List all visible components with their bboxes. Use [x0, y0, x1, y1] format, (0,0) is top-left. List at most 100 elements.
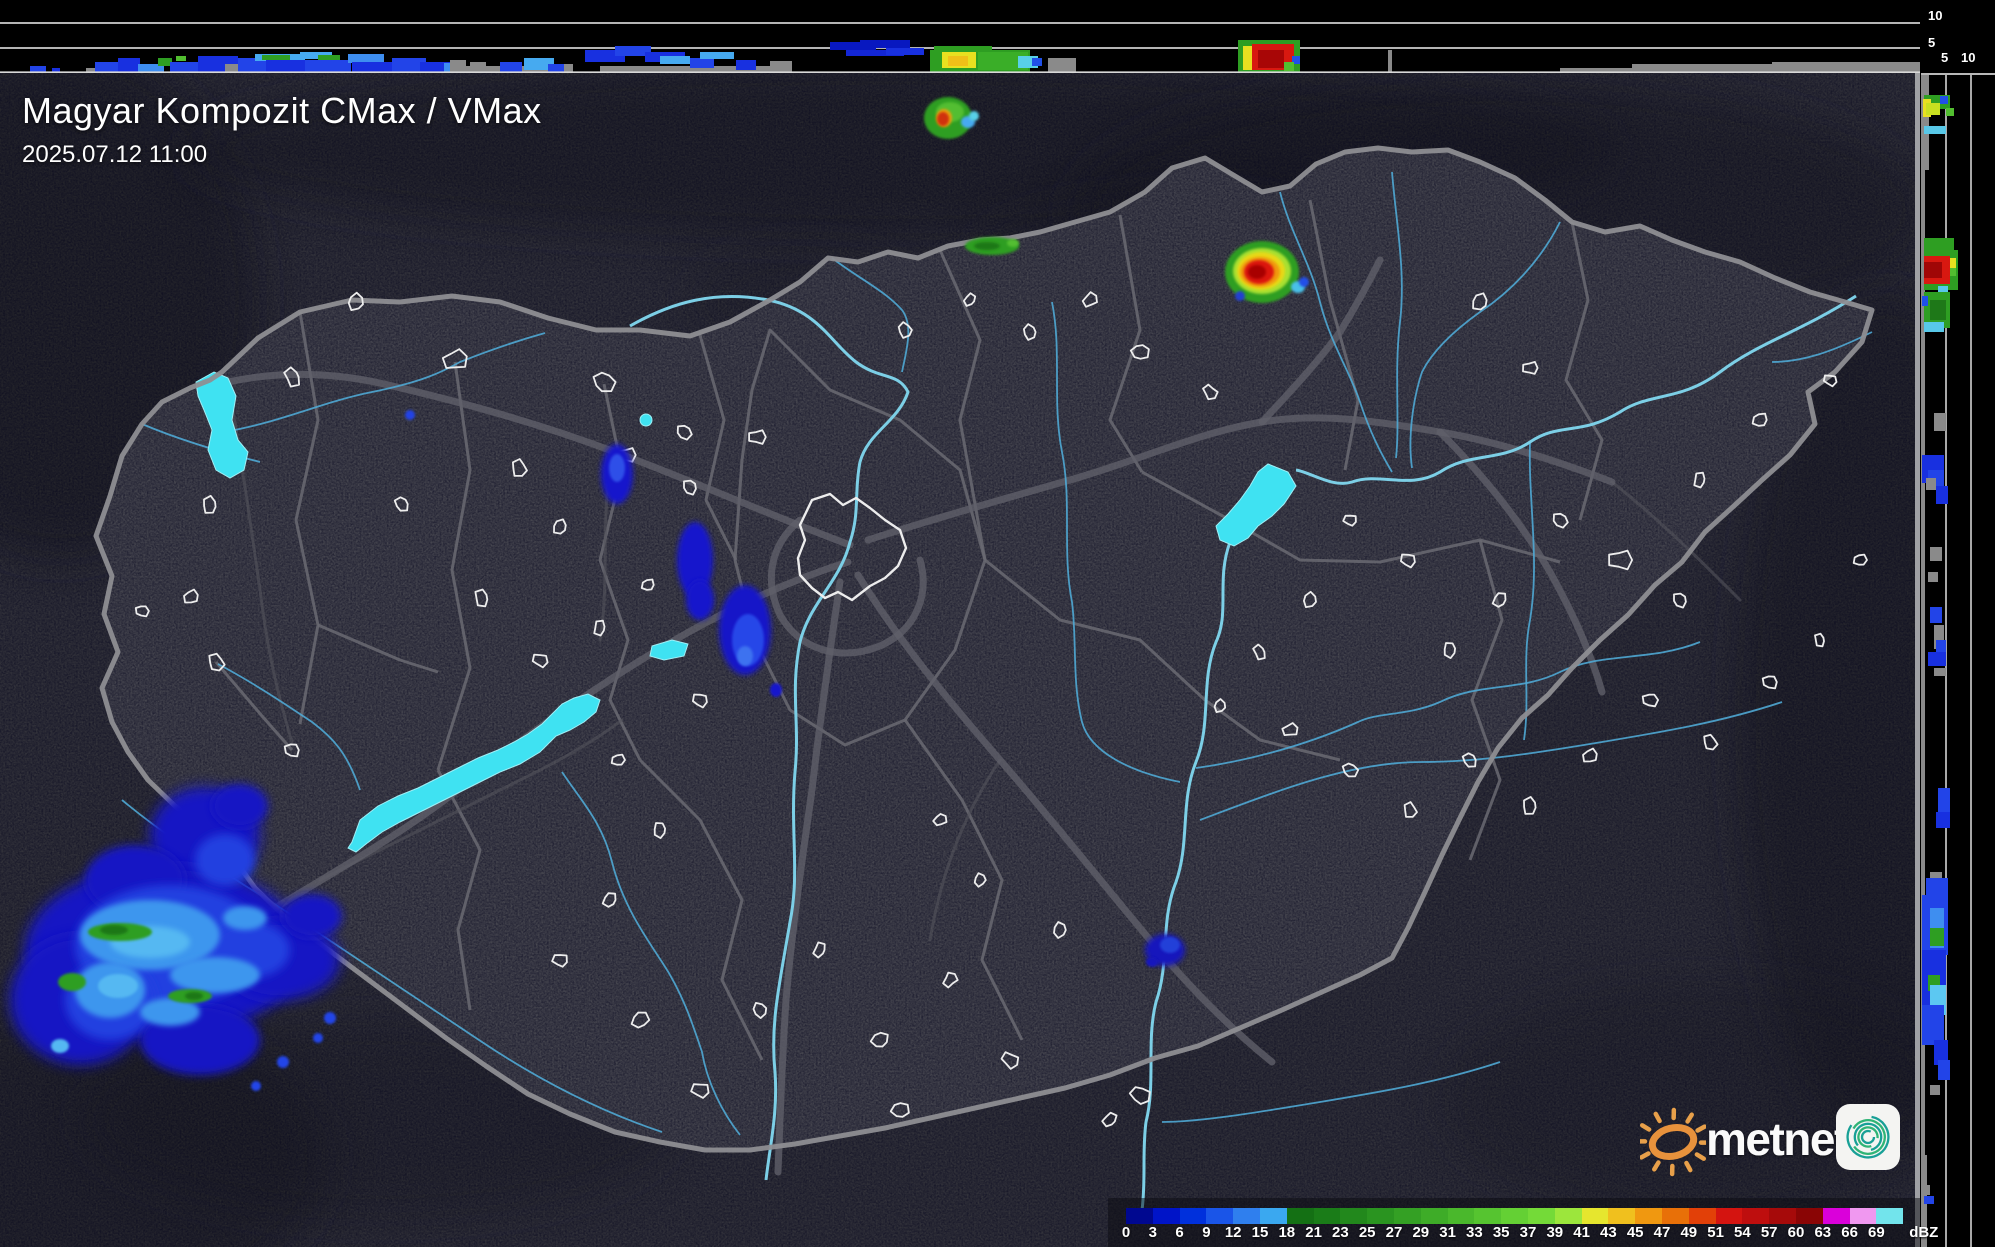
- radar-echo: [324, 1012, 336, 1024]
- colorbar-tick: 45: [1626, 1224, 1644, 1241]
- profile-terrain: [1772, 62, 1920, 73]
- colorbar-segment: [1742, 1208, 1770, 1224]
- colorbar-tick: 25: [1358, 1224, 1376, 1241]
- colorbar-segment: [1849, 1208, 1877, 1224]
- radar-echo: [185, 992, 203, 1000]
- colorbar-tick: 12: [1224, 1224, 1242, 1241]
- profile-echo: [1258, 50, 1284, 68]
- radar-echo: [170, 957, 260, 993]
- radar-map: [0, 73, 1920, 1247]
- dbz-colorbar: 0 3 6 9 12 15 18 21 23 25 27 29 31 33 35 37 39 41 43 45 47 49…: [1108, 1198, 1938, 1247]
- colorbar-segment: [1474, 1208, 1502, 1224]
- profile-echo: [348, 54, 384, 63]
- profile-echo: [500, 62, 522, 72]
- profile-echo: [158, 58, 172, 66]
- colorbar-tick: 54: [1734, 1224, 1751, 1241]
- profile-echo: [1928, 572, 1938, 582]
- radar-echo: [100, 925, 128, 935]
- radar-echo: [277, 1056, 289, 1068]
- profile-echo: [1934, 413, 1946, 431]
- sun-ray: [1684, 1160, 1693, 1173]
- radar-echo: [282, 894, 342, 938]
- map-right-frame: [1915, 73, 1920, 1247]
- radar-echo: [223, 906, 267, 930]
- profile-echo: [1928, 652, 1946, 666]
- colorbar-tick: 29: [1412, 1224, 1430, 1241]
- profile-echo: [860, 40, 910, 48]
- colorbar-segment: [1152, 1208, 1180, 1224]
- radar-echo: [974, 242, 1000, 250]
- colorbar-segment: [1527, 1208, 1555, 1224]
- profile-echo: [690, 58, 714, 68]
- colorbar-segment: [1876, 1208, 1904, 1224]
- profile-echo: [30, 66, 46, 72]
- profile-echo: [118, 58, 140, 72]
- profile-terrain: [1921, 73, 1929, 170]
- colorbar-segment: [1635, 1208, 1662, 1224]
- right-axis-label-10km: 10: [1961, 50, 1976, 65]
- colorbar-tick: 43: [1600, 1224, 1617, 1241]
- colorbar-tick: 3: [1148, 1224, 1157, 1241]
- colorbar-segment: [1447, 1208, 1475, 1224]
- app-icon-tile: [1836, 1104, 1900, 1170]
- radar-echo: [251, 1081, 261, 1091]
- sun-icon: [1640, 1107, 1706, 1177]
- colorbar-unit: dBZ: [1909, 1224, 1939, 1241]
- colorbar-tick: 37: [1519, 1224, 1537, 1241]
- radar-echo: [1160, 937, 1180, 953]
- profile-terrain: [470, 62, 486, 73]
- colorbar-segment: [1554, 1208, 1582, 1224]
- metnet-logo: metnet: [1640, 1096, 1910, 1182]
- profile-echo: [736, 60, 756, 70]
- sun-ray: [1640, 1123, 1652, 1132]
- sun-ray: [1694, 1152, 1706, 1161]
- radar-composite-view: 10 5 5 10 Magyar Kompozit CMax / VMax 20…: [0, 0, 1995, 1247]
- radar-echo: [405, 410, 415, 420]
- sun-ray: [1652, 1160, 1661, 1172]
- profile-echo: [1930, 928, 1944, 946]
- profile-echo: [352, 62, 396, 72]
- colorbar-tick: 66: [1841, 1224, 1858, 1241]
- profile-echo: [1946, 108, 1954, 116]
- profile-terrain: [770, 61, 792, 73]
- colorbar-segment: [1769, 1208, 1796, 1224]
- radar-echo: [937, 112, 949, 126]
- colorbar-segment: [1179, 1208, 1207, 1224]
- profile-terrain: [1388, 50, 1392, 73]
- sun-core: [1648, 1123, 1698, 1161]
- radar-echo: [1248, 265, 1266, 279]
- profile-echo: [1926, 103, 1940, 115]
- colorbar-tick: 9: [1202, 1224, 1211, 1241]
- radar-echo: [212, 784, 268, 828]
- colorbar-tick: 51: [1707, 1224, 1724, 1241]
- profile-echo: [1926, 478, 1936, 490]
- profile-echo: [1922, 296, 1928, 306]
- profile-echo: [1924, 322, 1944, 332]
- profile-echo: [1922, 1185, 1930, 1195]
- radar-echo: [1007, 239, 1019, 247]
- radar-echo: [98, 974, 138, 998]
- profile-echo: [1032, 58, 1042, 66]
- colorbar-segment: [1581, 1208, 1609, 1224]
- colorbar-tick: 33: [1466, 1224, 1483, 1241]
- radar-echo: [58, 973, 86, 991]
- profile-echo: [262, 55, 290, 60]
- colorbar-segment: [1715, 1208, 1743, 1224]
- profile-echo: [1930, 607, 1942, 623]
- profile-echo: [170, 62, 202, 72]
- profile-echo: [1936, 640, 1946, 654]
- profile-echo: [1924, 126, 1946, 134]
- profile-echo: [176, 56, 186, 61]
- profile-echo: [1924, 238, 1954, 252]
- colorbar-segment: [1259, 1208, 1287, 1224]
- profile-echo: [1924, 1196, 1934, 1204]
- profile-echo: [1930, 1085, 1940, 1095]
- colorbar-tick: 15: [1251, 1224, 1269, 1241]
- colorbar-tick: 60: [1787, 1224, 1805, 1241]
- profile-echo: [1936, 812, 1950, 828]
- profile-echo: [886, 48, 924, 55]
- colorbar-segment: [1608, 1208, 1636, 1224]
- colorbar-tick: 6: [1175, 1224, 1184, 1241]
- colorbar-tick: 21: [1305, 1224, 1322, 1241]
- profile-axis-corner: 10 5 5 10: [1921, 0, 1995, 73]
